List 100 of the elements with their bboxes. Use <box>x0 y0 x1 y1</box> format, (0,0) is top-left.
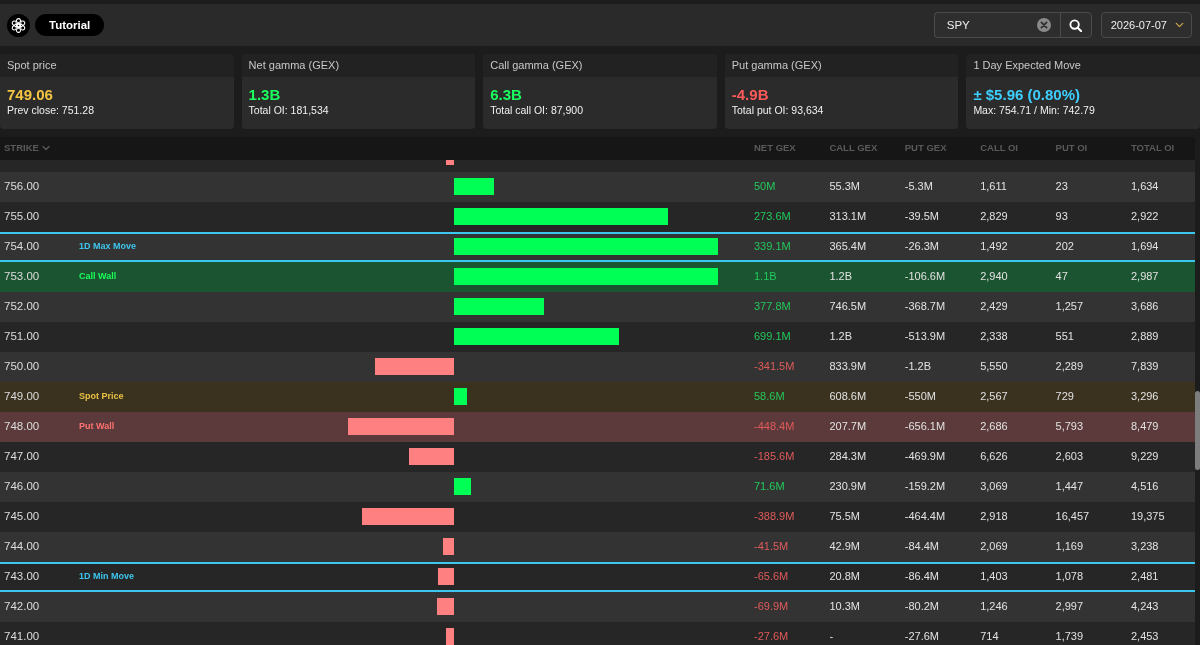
table-cell-text: -5.3M <box>904 179 933 195</box>
strike-price: 755.00 <box>4 209 40 225</box>
table-cell-text: 75.5M <box>829 509 860 525</box>
card-value: -4.9B <box>731 86 769 104</box>
table-cell-text: 19,375 <box>1130 509 1165 525</box>
table-cell-text: 2,940 <box>980 269 1008 285</box>
strike-price: 743.00 <box>4 569 40 585</box>
table-cell-text: 2,567 <box>980 389 1008 405</box>
net-gex-value: 699.1M <box>754 329 791 345</box>
table-cell-text: 2,603 <box>1055 449 1084 465</box>
card-value: 1.3B <box>248 86 281 104</box>
table-cell-text: 3,069 <box>980 479 1008 495</box>
level-label: 1D Min Move <box>79 569 134 583</box>
table-cell-text: - <box>829 629 834 645</box>
net-gex-value: 58.6M <box>754 389 785 405</box>
net-gex-value: -341.5M <box>754 359 795 375</box>
table-cell-text: 1.2B <box>829 269 853 285</box>
table-cell-text: 6,626 <box>980 449 1008 465</box>
table-cell-text: 47 <box>1055 269 1068 285</box>
column-header[interactable]: CALL GEX <box>829 141 878 156</box>
table-cell-text: 2,889 <box>1130 329 1159 345</box>
table-cell-text: 714 <box>980 629 999 645</box>
table-cell-text: 313.1M <box>829 209 867 225</box>
table-cell-text: 729 <box>1055 389 1074 405</box>
strike-price: 752.00 <box>4 299 40 315</box>
table-cell-text: 1,078 <box>1055 569 1084 585</box>
table-cell-text: 55.3M <box>829 179 860 195</box>
table-cell-text: 1,447 <box>1055 479 1084 495</box>
net-gex-value: 339.1M <box>754 239 791 255</box>
search-button[interactable] <box>1059 12 1092 38</box>
table-cell-text: 23 <box>1055 179 1068 195</box>
table-cell-text: 2,997 <box>1055 599 1084 615</box>
card-detail: Total call OI: 87,900 <box>490 104 583 117</box>
card-title: Spot price <box>0 54 234 77</box>
table-cell-text: 20.8M <box>829 569 860 585</box>
table-cell-text: 1,246 <box>980 599 1008 615</box>
column-header[interactable]: CALL OI <box>980 141 1018 156</box>
table-cell-text: -39.5M <box>904 209 940 225</box>
table-cell-text: -656.1M <box>904 419 946 435</box>
table-cell-text: 1,403 <box>980 569 1008 585</box>
table-cell-text: 1.2B <box>829 329 853 345</box>
table-cell-text: 1,694 <box>1130 239 1159 255</box>
chevron-down-icon <box>1175 22 1184 28</box>
card-detail: Prev close: 751.28 <box>7 104 94 117</box>
table-cell-text: -159.2M <box>904 479 946 495</box>
table-cell-text: 2,829 <box>980 209 1008 225</box>
net-gex-value: -27.6M <box>754 629 789 645</box>
strike-price: 756.00 <box>4 179 40 195</box>
column-header[interactable]: NET GEX <box>754 141 796 156</box>
column-header[interactable]: TOTAL OI <box>1130 141 1175 156</box>
strike-price: 747.00 <box>4 449 40 465</box>
scrollbar-thumb[interactable] <box>1195 391 1200 470</box>
table-cell-text: -26.3M <box>904 239 940 255</box>
card-detail: Total OI: 181,534 <box>248 104 329 117</box>
card-detail: Max: 754.71 / Min: 742.79 <box>973 104 1095 117</box>
net-gex-value: -185.6M <box>754 449 795 465</box>
table-cell-text: 2,453 <box>1130 629 1159 645</box>
card-detail: Total put OI: 93,634 <box>731 104 824 117</box>
date-dropdown[interactable]: 2026-07-07 <box>1100 12 1192 38</box>
table-cell-text: 1,169 <box>1055 539 1084 555</box>
strike-price: 741.00 <box>4 629 40 645</box>
table-cell-text: 2,289 <box>1055 359 1084 375</box>
net-gex-value: -448.4M <box>754 419 795 435</box>
strike-price: 748.00 <box>4 419 40 435</box>
table-cell-text: -368.7M <box>904 299 946 315</box>
column-header[interactable]: PUT GEX <box>904 141 947 156</box>
card-title: Net gamma (GEX) <box>241 54 476 77</box>
card-value: 6.3B <box>490 86 522 104</box>
table-cell-text: 16,457 <box>1055 509 1090 525</box>
column-header[interactable]: PUT OI <box>1055 141 1088 156</box>
table-cell-text: 4,243 <box>1130 599 1159 615</box>
table-cell-text: 93 <box>1055 209 1068 225</box>
table-cell-text: 202 <box>1055 239 1074 255</box>
table-cell-text: 551 <box>1055 329 1074 345</box>
table-cell-text: 608.6M <box>829 389 867 405</box>
card-title: Call gamma (GEX) <box>483 54 717 77</box>
column-header[interactable]: STRIKE <box>4 141 39 156</box>
table-cell-text: 8,479 <box>1130 419 1159 435</box>
search-icon <box>1069 18 1083 32</box>
table-cell-text: 365.4M <box>829 239 867 255</box>
table-cell-text: 1,634 <box>1130 179 1159 195</box>
table-cell-text: 2,429 <box>980 299 1008 315</box>
net-gex-value: -65.6M <box>754 569 789 585</box>
table-cell-text: 2,918 <box>980 509 1008 525</box>
tutorial-button[interactable]: Tutorial <box>35 14 105 36</box>
level-label: Put Wall <box>79 419 115 433</box>
net-gex-value: 71.6M <box>754 479 785 495</box>
net-gex-value: 377.8M <box>754 299 791 315</box>
clear-icon[interactable] <box>1036 18 1051 32</box>
table-cell-text: 4,516 <box>1130 479 1159 495</box>
net-gex-value: 273.6M <box>754 209 791 225</box>
net-gex-value: 1.1B <box>754 269 777 285</box>
table-cell-text: 1,611 <box>980 179 1007 195</box>
table-cell-text: 284.3M <box>829 449 867 465</box>
search-field[interactable]: SPY <box>933 12 1060 38</box>
table-cell-text: 2,987 <box>1130 269 1159 285</box>
table-cell-text: 833.9M <box>829 359 867 375</box>
table-cell-text: -106.6M <box>904 269 946 285</box>
table-cell-text: 207.7M <box>829 419 867 435</box>
table-cell-text: -464.4M <box>904 509 946 525</box>
